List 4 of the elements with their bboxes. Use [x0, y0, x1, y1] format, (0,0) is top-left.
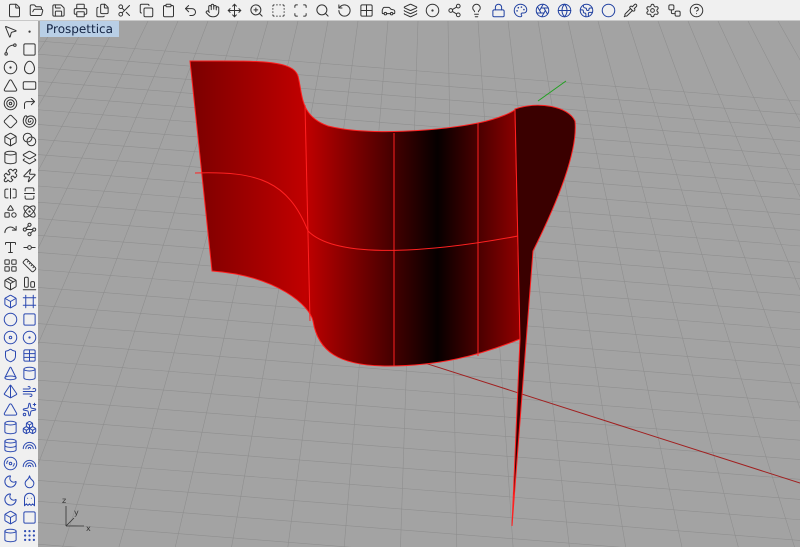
axis-label: z [62, 496, 66, 505]
axis-label: y [74, 508, 79, 517]
axis-label: x [86, 524, 91, 533]
viewport-title[interactable]: Prospettica [40, 21, 119, 37]
